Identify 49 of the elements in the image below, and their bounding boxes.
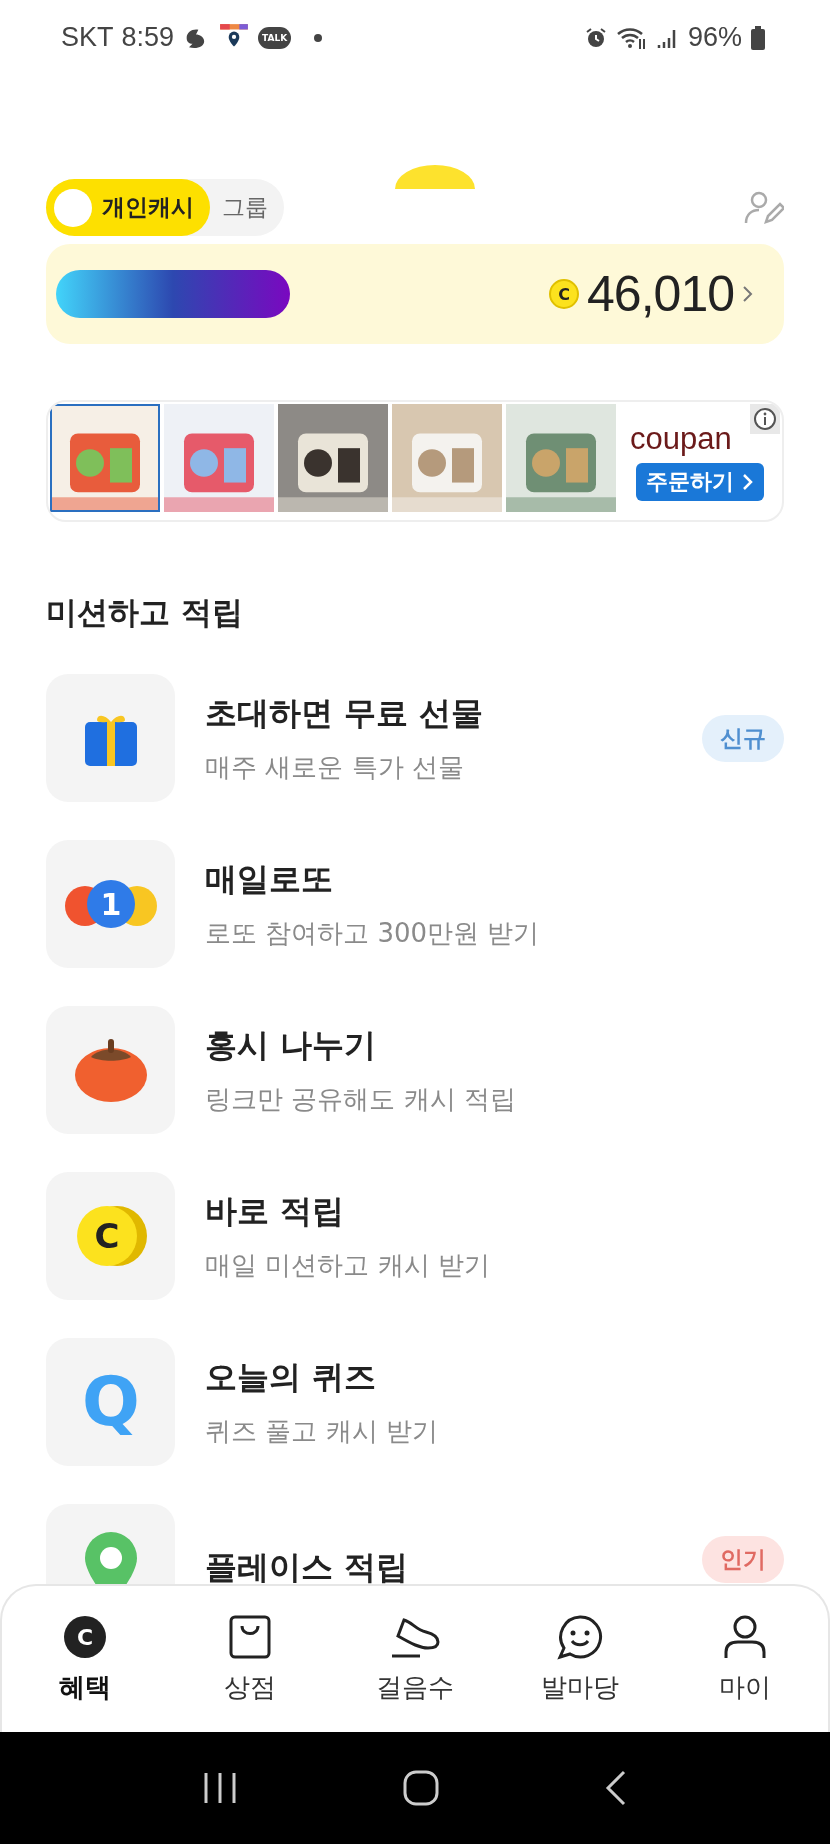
nav-tab[interactable]: C 혜택 bbox=[24, 1612, 145, 1706]
mission-icon-tile[interactable]: 1 bbox=[46, 840, 175, 968]
mission-subtitle: 로또 참여하고 300만원 받기 bbox=[205, 916, 541, 950]
mission-title[interactable]: 오늘의 퀴즈 bbox=[205, 1355, 784, 1400]
mission-badge: 신규 bbox=[702, 714, 784, 762]
chevron-right-icon bbox=[742, 473, 754, 491]
talk-icon: TALK bbox=[258, 26, 292, 49]
quiz-icon: Q bbox=[75, 1367, 146, 1437]
sun-icon bbox=[395, 165, 475, 189]
mission-subtitle: 매일 미션하고 캐시 받기 bbox=[205, 1248, 491, 1282]
info-icon[interactable] bbox=[750, 404, 780, 434]
mission-icon-tile[interactable] bbox=[46, 1006, 175, 1134]
mission-badge: 인기 bbox=[702, 1536, 784, 1583]
cash-balance: 46,010 bbox=[587, 265, 734, 323]
nav-tab[interactable]: 마이 bbox=[685, 1612, 806, 1706]
battery-percent: 96% bbox=[687, 22, 742, 53]
mission-title[interactable]: 플레이스 적립 bbox=[205, 1546, 672, 1587]
ad-banner[interactable]: coupan 주문하기 bbox=[46, 400, 784, 522]
chevron-right-icon bbox=[742, 284, 754, 304]
smiley-chat-icon bbox=[557, 1613, 604, 1660]
mission-subtitle: 매주 새로운 특가 선물 bbox=[205, 750, 465, 784]
coin-icon: C bbox=[61, 1613, 108, 1660]
mission-subtitle: 링크만 공유해도 캐시 적립 bbox=[205, 1082, 517, 1116]
nav-tab[interactable]: 걸음수 bbox=[354, 1612, 475, 1706]
mission-title[interactable]: 초대하면 무료 선물 bbox=[205, 691, 672, 736]
battery-icon bbox=[750, 24, 766, 51]
nav-tab[interactable]: 상점 bbox=[189, 1612, 310, 1706]
person-icon bbox=[722, 1613, 769, 1660]
brand-logo: coupan bbox=[630, 421, 732, 457]
carrier-label: SKT bbox=[61, 22, 114, 53]
nav-tab[interactable]: 발마당 bbox=[520, 1612, 641, 1706]
back-icon[interactable] bbox=[604, 1769, 628, 1807]
mission-subtitle: 퀴즈 풀고 캐시 받기 bbox=[205, 1414, 439, 1448]
mission-title[interactable]: 바로 적립 bbox=[205, 1189, 784, 1234]
clock-time: 8:59 bbox=[121, 22, 175, 53]
mission-title[interactable]: 홍시 나누기 bbox=[205, 1023, 784, 1068]
notification-dot-icon bbox=[313, 32, 324, 43]
order-button[interactable]: 주문하기 bbox=[636, 463, 764, 501]
cash-card[interactable]: C 46,010 bbox=[46, 244, 784, 344]
account-tab[interactable]: 그룹 bbox=[210, 179, 284, 236]
persimmon-icon bbox=[72, 1037, 149, 1103]
recent-apps-icon[interactable] bbox=[202, 1771, 238, 1805]
mission-icon-tile[interactable] bbox=[46, 674, 175, 802]
coin-icon: C bbox=[549, 279, 580, 309]
mission-title[interactable]: 매일로또 bbox=[205, 857, 784, 902]
account-tab[interactable]: 개인캐시 bbox=[46, 179, 210, 236]
mission-icon-tile[interactable]: C bbox=[46, 1172, 175, 1300]
home-icon[interactable] bbox=[402, 1769, 440, 1807]
section-title: 미션하고 적립 bbox=[46, 593, 244, 632]
